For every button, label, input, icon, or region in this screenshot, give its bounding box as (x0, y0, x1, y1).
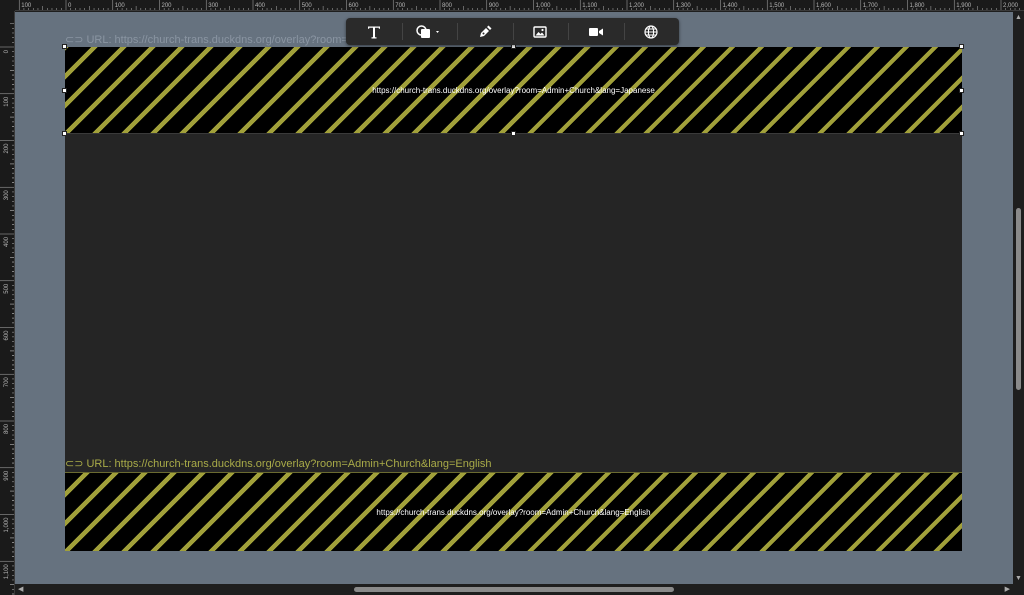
video-tool-button[interactable] (568, 18, 624, 45)
ruler-label: 1,300 (676, 3, 692, 9)
ruler-label: 800 (442, 3, 453, 9)
ruler-label: 900 (489, 3, 500, 9)
link-icon: ⊂⊃ (65, 458, 84, 470)
ruler-label: 1,000 (536, 3, 552, 9)
resize-handle-se[interactable] (959, 131, 964, 136)
resize-handle-e[interactable] (959, 88, 964, 93)
insert-toolbar (346, 18, 679, 45)
shapes-icon (416, 24, 442, 39)
ruler-label: 100 (115, 3, 126, 9)
ruler-label: 200 (162, 3, 173, 9)
ruler-label: 600 (4, 330, 10, 341)
ruler-label: 200 (4, 143, 10, 154)
horizontal-scroll-thumb[interactable] (354, 587, 674, 592)
vertical-scroll-thumb[interactable] (1016, 208, 1021, 390)
text-icon (367, 25, 381, 39)
ruler-corner (0, 0, 15, 11)
text-tool-button[interactable] (346, 18, 402, 45)
ruler-label: 1,800 (910, 3, 926, 9)
ruler-label: 1,100 (4, 564, 10, 580)
pen-tool-button[interactable] (457, 18, 513, 45)
ruler-label: 800 (4, 423, 10, 434)
scroll-down-icon[interactable]: ▼ (1015, 575, 1022, 582)
ruler-label: 700 (395, 3, 406, 9)
scroll-right-icon[interactable]: ▶ (1005, 586, 1010, 593)
image-tool-button[interactable] (512, 18, 569, 45)
pen-icon (478, 25, 492, 39)
ruler-label: 1,600 (816, 3, 832, 9)
image-icon (533, 25, 547, 38)
web-element-url: https://church-trans.duckdns.org/overlay… (372, 85, 655, 95)
web-element-url: https://church-trans.duckdns.org/overlay… (376, 507, 651, 517)
ruler-label: 100 (21, 3, 32, 9)
resize-handle-sw[interactable] (62, 131, 67, 136)
web-tool-button[interactable] (623, 18, 680, 45)
ruler-label: 300 (4, 190, 10, 201)
shape-tool-button[interactable] (401, 18, 458, 45)
ruler-label: 1,900 (956, 3, 972, 9)
horizontal-scrollbar[interactable]: ◀ ▶ (15, 584, 1013, 595)
scroll-up-icon[interactable]: ▲ (1015, 14, 1022, 21)
ruler-label: 1,100 (582, 3, 598, 9)
bottom-element-caption: ⊂⊃ URL: https://church-trans.duckdns.org/… (65, 458, 492, 470)
top-element-caption: ⊂⊃ URL: https://church-trans.duckdns.org/… (65, 34, 379, 46)
scroll-left-icon[interactable]: ◀ (18, 586, 23, 593)
web-element-japanese[interactable]: https://church-trans.duckdns.org/overlay… (65, 47, 962, 134)
ruler-label: 400 (4, 236, 10, 247)
ruler-label: 700 (4, 377, 10, 388)
ruler-label: 2,000 (1003, 3, 1019, 9)
ruler-label: 1,000 (4, 517, 10, 533)
horizontal-ruler[interactable]: 100 0 100 200 300 400 500 600 700 800 900 1,000 1,10… (0, 0, 1024, 11)
ruler-label: 1,400 (723, 3, 739, 9)
video-icon (588, 26, 604, 38)
ruler-label: 1,500 (769, 3, 785, 9)
ruler-label: 1,700 (863, 3, 879, 9)
ruler-label: 600 (349, 3, 360, 9)
ruler-label: 300 (208, 3, 219, 9)
ruler-label: 0 (4, 49, 10, 53)
ruler-label: 400 (255, 3, 266, 9)
ruler-label: 100 (4, 96, 10, 107)
ruler-label: 500 (302, 3, 313, 9)
resize-handle-ne[interactable] (959, 44, 964, 49)
web-element-english[interactable]: https://church-trans.duckdns.org/overlay… (65, 472, 962, 551)
ruler-label: 500 (4, 283, 10, 294)
vertical-ruler[interactable]: 0 100 200 300 400 500 600 700 800 900 1,000 1,100 (0, 11, 15, 595)
ruler-label: 900 (4, 470, 10, 481)
resize-handle-nw[interactable] (62, 44, 67, 49)
scrollbar-corner (1013, 584, 1024, 595)
vertical-scrollbar[interactable]: ▲ ▼ (1013, 12, 1024, 584)
ruler-label: 0 (68, 3, 72, 9)
resize-handle-w[interactable] (62, 88, 67, 93)
ruler-label: 1,200 (629, 3, 645, 9)
globe-icon (644, 24, 658, 39)
link-icon: ⊂⊃ (65, 34, 84, 46)
resize-handle-s[interactable] (511, 131, 516, 136)
